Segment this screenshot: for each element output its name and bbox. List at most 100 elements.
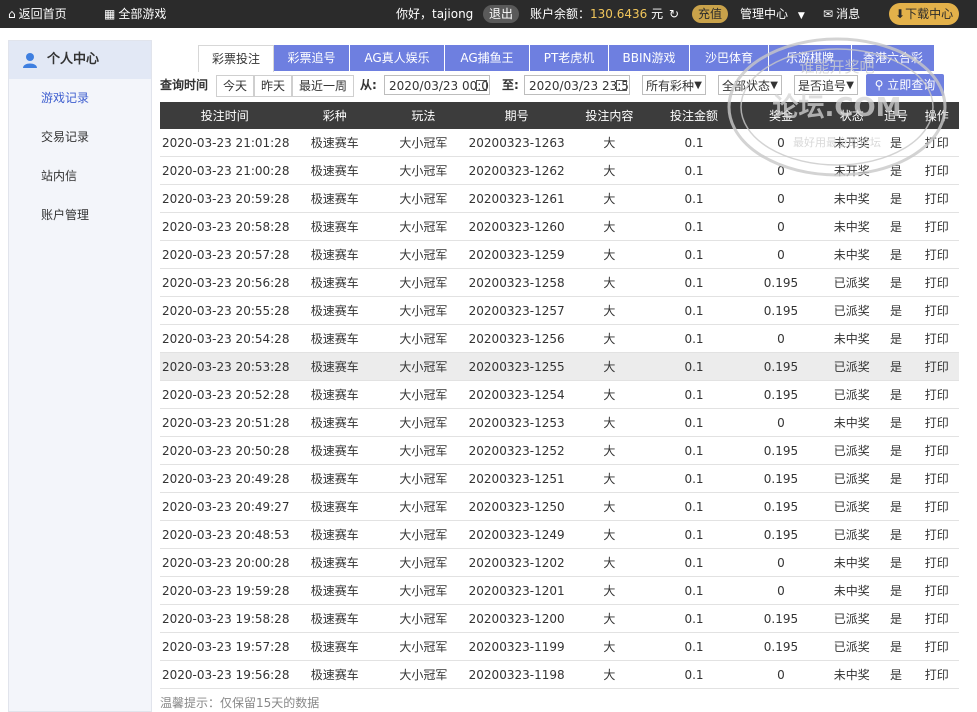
col-chase-cell: 是 (877, 520, 915, 549)
tab-ag-live[interactable]: AG真人娱乐 (350, 45, 445, 71)
col-amount-cell: 0.1 (652, 184, 736, 213)
col-action-cell[interactable]: 打印 (914, 352, 959, 381)
from-label: 从: (360, 78, 377, 92)
col-bet-time-cell: 2020-03-23 20:51:28 (160, 408, 290, 437)
col-lottery-cell: 极速赛车 (289, 212, 381, 241)
col-action-cell[interactable]: 打印 (914, 660, 959, 689)
col-content-cell: 大 (566, 352, 653, 381)
yesterday-button[interactable]: 昨天 (254, 75, 292, 97)
tab-lottery-bet[interactable]: 彩票投注 (198, 45, 274, 72)
sidebar-item-inbox[interactable]: 站内信 (9, 157, 151, 196)
search-button[interactable]: ⚲ 立即查询 (866, 74, 944, 96)
last-week-button[interactable]: 最近一周 (292, 75, 354, 97)
col-content-cell: 大 (566, 408, 653, 437)
calendar-icon[interactable] (476, 80, 487, 91)
table-row: 2020-03-23 21:01:28 极速赛车 大小冠军 20200323-1263… (160, 129, 959, 157)
col-issue-cell: 20200323-1257 (466, 296, 567, 325)
col-action-cell[interactable]: 打印 (914, 268, 959, 297)
message-link[interactable]: ✉ 消息 (823, 0, 860, 28)
manage-menu[interactable]: 管理中心 ▼ (740, 0, 805, 28)
col-chase-cell: 是 (877, 240, 915, 269)
recharge-button[interactable]: 充值 (692, 5, 729, 23)
col-action-cell[interactable]: 打印 (914, 129, 959, 157)
col-content-cell: 大 (566, 296, 653, 325)
tab-saba-sports[interactable]: 沙巴体育 (690, 45, 769, 71)
col-action-cell[interactable]: 打印 (914, 240, 959, 269)
download-button[interactable]: ⬇下载中心 (889, 3, 960, 25)
col-content-cell: 大 (566, 156, 653, 185)
col-amount-cell: 0.1 (652, 156, 736, 185)
logout-button[interactable]: 退出 (483, 5, 520, 23)
sidebar: 个人中心 游戏记录 交易记录 站内信 账户管理 (8, 40, 152, 712)
tab-hk-mark-six[interactable]: 香港六合彩 (852, 45, 935, 71)
col-prize-cell: 0 (735, 184, 826, 213)
col-action-cell[interactable]: 打印 (914, 212, 959, 241)
tab-bbin[interactable]: BBIN游戏 (609, 45, 690, 71)
balance-value: 130.6436 (590, 7, 648, 21)
col-play-cell: 大小冠军 (380, 268, 467, 297)
col-bet-time-cell: 2020-03-23 21:00:28 (160, 156, 290, 185)
col-content-cell: 大 (566, 520, 653, 549)
col-amount-cell: 0.1 (652, 632, 736, 661)
calendar-icon[interactable] (616, 80, 627, 91)
col-status-cell: 未中奖 (826, 184, 878, 213)
tab-ag-fishing[interactable]: AG捕鱼王 (445, 45, 530, 71)
col-play-cell: 大小冠军 (380, 156, 467, 185)
col-action-cell[interactable]: 打印 (914, 408, 959, 437)
col-prize-cell: 0.195 (735, 464, 826, 493)
col-action-cell[interactable]: 打印 (914, 184, 959, 213)
col-action-cell[interactable]: 打印 (914, 156, 959, 185)
to-date-input[interactable]: 2020/03/23 23:5 (524, 75, 630, 95)
col-action-cell[interactable]: 打印 (914, 604, 959, 633)
col-content-cell: 大 (566, 660, 653, 689)
col-issue-cell: 20200323-1199 (466, 632, 567, 661)
col-status-cell: 未中奖 (826, 548, 878, 577)
col-action-cell[interactable]: 打印 (914, 632, 959, 661)
col-amount-cell: 0.1 (652, 492, 736, 521)
chevron-down-icon: ▼ (694, 80, 702, 91)
tab-lottery-chase[interactable]: 彩票追号 (274, 45, 350, 71)
from-date-input[interactable]: 2020/03/23 00:0 (384, 75, 490, 95)
col-play-cell: 大小冠军 (380, 324, 467, 353)
sidebar-item-transactions[interactable]: 交易记录 (9, 118, 151, 157)
col-action-cell[interactable]: 打印 (914, 548, 959, 577)
col-bet-time-cell: 2020-03-23 20:52:28 (160, 380, 290, 409)
user-icon (23, 52, 37, 68)
home-link[interactable]: ⌂ 返回首页 (8, 0, 67, 28)
col-chase-cell: 是 (877, 380, 915, 409)
col-action-cell[interactable]: 打印 (914, 520, 959, 549)
today-button[interactable]: 今天 (216, 75, 254, 97)
col-action-cell[interactable]: 打印 (914, 464, 959, 493)
col-bet-time-cell: 2020-03-23 20:53:28 (160, 352, 290, 381)
all-games-link[interactable]: ▦ 全部游戏 (104, 0, 166, 28)
sidebar-item-game-records[interactable]: 游戏记录 (9, 79, 151, 118)
balance: 账户余额：130.6436 元 ↻ (530, 0, 682, 28)
refresh-icon[interactable]: ↻ (669, 0, 679, 28)
col-content-cell: 大 (566, 604, 653, 633)
sidebar-item-account[interactable]: 账户管理 (9, 196, 151, 235)
col-action-cell[interactable]: 打印 (914, 576, 959, 605)
col-status-cell: 已派奖 (826, 352, 878, 381)
col-prize-cell: 0.195 (735, 604, 826, 633)
lottery-select[interactable]: 所有彩种 ▼ (642, 75, 706, 95)
table-row: 2020-03-23 20:55:28 极速赛车 大小冠军 20200323-1257… (160, 296, 959, 325)
table-row: 2020-03-23 20:54:28 极速赛车 大小冠军 20200323-1256… (160, 324, 959, 353)
col-action-cell[interactable]: 打印 (914, 492, 959, 521)
col-amount-cell: 0.1 (652, 240, 736, 269)
col-action-cell[interactable]: 打印 (914, 296, 959, 325)
tab-pt-slots[interactable]: PT老虎机 (530, 45, 609, 71)
tab-leyou-chess[interactable]: 乐游棋牌 (769, 45, 852, 71)
col-lottery-cell: 极速赛车 (289, 492, 381, 521)
col-action-cell[interactable]: 打印 (914, 436, 959, 465)
col-action-cell[interactable]: 打印 (914, 324, 959, 353)
col-prize-cell: 0 (735, 660, 826, 689)
col-status-cell: 已派奖 (826, 380, 878, 409)
col-action-cell[interactable]: 打印 (914, 380, 959, 409)
status-select[interactable]: 全部状态 ▼ (718, 75, 782, 95)
col-amount-cell: 0.1 (652, 436, 736, 465)
footer-hint: 温馨提示：仅保留15天的数据 (160, 696, 320, 710)
sidebar-header: 个人中心 (9, 41, 151, 79)
col-lottery-cell: 极速赛车 (289, 240, 381, 269)
col-content-cell: 大 (566, 380, 653, 409)
chase-select[interactable]: 是否追号 ▼ (794, 75, 858, 95)
